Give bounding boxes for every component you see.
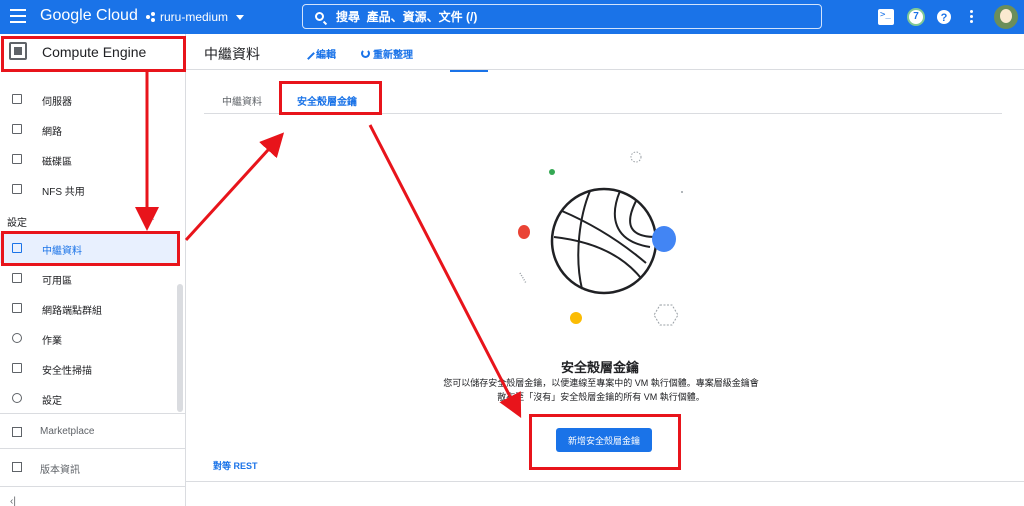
sidebar-item-label: 作業: [42, 336, 62, 347]
empty-desc-line2: 散布至「沒有」安全殼層金鑰的所有 VM 執行個體。: [497, 392, 705, 402]
sidebar-item-network[interactable]: 網路: [0, 114, 180, 144]
refresh-icon: [361, 49, 370, 58]
menu-icon[interactable]: [10, 9, 26, 23]
shield-icon: [12, 363, 22, 373]
gear-icon: [12, 393, 22, 403]
sidebar-item-label: 伺服器: [42, 97, 72, 108]
arrow-to-button: [368, 124, 522, 418]
add-ssh-key-button[interactable]: 新增安全殼層金鑰: [556, 428, 652, 452]
edit-label: 編輯: [316, 50, 336, 61]
ssh-keys-illustration: [518, 151, 683, 326]
page-title: 中繼資料: [204, 46, 260, 62]
search-icon: [315, 12, 324, 21]
sidebar-item-label: 安全性掃描: [42, 366, 92, 377]
sidebar-scrollbar[interactable]: [177, 284, 183, 412]
sidebar-section-settings: 設定: [7, 218, 27, 229]
server-icon: [12, 94, 22, 104]
cart-icon: [12, 427, 22, 437]
sidebar-item-label: Marketplace: [40, 426, 95, 437]
help-icon[interactable]: ?: [937, 10, 951, 24]
sidebar-item-security-scan[interactable]: 安全性掃描: [0, 353, 180, 383]
footer-divider: [186, 481, 1024, 482]
sidebar: Compute Engine 伺服器 網路 磁碟區 NFS 共用 設定 ^ 中繼…: [0, 34, 186, 506]
google-cloud-logo[interactable]: Google Cloud: [40, 7, 138, 25]
sidebar-item-label: 設定: [42, 396, 62, 407]
sidebar-item-metadata[interactable]: 中繼資料: [0, 233, 180, 263]
sidebar-item-label: 磁碟區: [42, 157, 72, 168]
notifications-badge[interactable]: 7: [907, 8, 925, 26]
empty-desc-line1: 您可以儲存安全殼層金鑰，以便連線至專案中的 VM 執行個體。專案層級金鑰會: [443, 378, 759, 388]
avatar[interactable]: [994, 5, 1018, 29]
sidebar-divider: [0, 448, 186, 449]
collapse-icon[interactable]: ‹|: [10, 496, 16, 506]
sidebar-item-label: 中繼資料: [42, 246, 82, 257]
edit-icon: [302, 47, 315, 60]
network-icon: [12, 124, 22, 134]
chevron-up-icon[interactable]: ^: [150, 216, 154, 225]
chevron-down-icon: [236, 14, 245, 20]
top-app-bar: Google Cloud ruru-medium 7 ?: [0, 0, 1024, 34]
sidebar-item-settings[interactable]: 設定: [0, 383, 180, 413]
project-icon: [146, 12, 156, 22]
list-icon: [12, 243, 22, 253]
cloud-shell-icon[interactable]: [878, 9, 894, 25]
empty-state-description: 您可以儲存安全殼層金鑰，以便連線至專案中的 VM 執行個體。專案層級金鑰會 散布…: [420, 376, 782, 404]
sidebar-item-label: 版本資訊: [40, 465, 80, 476]
sidebar-item-operations[interactable]: 作業: [0, 323, 180, 353]
empty-state-title: 安全殼層金鑰: [560, 360, 639, 375]
sidebar-header: Compute Engine: [0, 34, 186, 70]
network-endpoint-icon: [12, 303, 22, 313]
search-input[interactable]: [336, 9, 796, 24]
search-bar[interactable]: [302, 4, 822, 29]
disk-icon: [12, 154, 22, 164]
tab-metadata[interactable]: 中繼資料: [222, 93, 262, 108]
sidebar-item-label: 網路端點群組: [42, 306, 102, 317]
progress-indicator: [450, 70, 488, 72]
compute-engine-icon: [9, 42, 27, 60]
arrow-to-tab: [184, 132, 285, 242]
tab-ssh-keys[interactable]: 安全殼層金鑰: [297, 93, 357, 108]
sidebar-item-label: NFS 共用: [42, 187, 85, 198]
sidebar-item-disks[interactable]: 磁碟區: [0, 144, 180, 174]
product-title: Compute Engine: [42, 44, 147, 60]
sidebar-item-release-notes[interactable]: 版本資訊: [0, 452, 186, 482]
refresh-button[interactable]: 重新整理: [361, 46, 413, 61]
grid-icon: [12, 273, 22, 283]
header-divider: [186, 69, 1024, 70]
more-options-icon[interactable]: [970, 10, 974, 26]
sidebar-item-servers[interactable]: 伺服器: [0, 84, 180, 114]
sidebar-item-label: 網路: [42, 127, 62, 138]
sidebar-divider: [0, 486, 186, 487]
sidebar-item-neg[interactable]: 網路端點群組: [0, 293, 180, 323]
clock-icon: [12, 333, 22, 343]
active-tab-indicator: [283, 112, 375, 114]
sidebar-divider: [0, 413, 186, 414]
refresh-label: 重新整理: [373, 50, 413, 61]
project-selector[interactable]: ruru-medium: [146, 10, 245, 24]
sidebar-item-nfs[interactable]: NFS 共用: [0, 174, 180, 204]
equivalent-rest-link[interactable]: 對等 REST: [213, 459, 258, 472]
nfs-icon: [12, 184, 22, 194]
project-name: ruru-medium: [160, 10, 229, 24]
sidebar-item-zones[interactable]: 可用區: [0, 263, 180, 293]
sidebar-item-marketplace[interactable]: Marketplace: [0, 417, 186, 447]
sidebar-item-label: 可用區: [42, 276, 72, 287]
edit-button[interactable]: 編輯: [302, 46, 336, 61]
notes-icon: [12, 462, 22, 472]
